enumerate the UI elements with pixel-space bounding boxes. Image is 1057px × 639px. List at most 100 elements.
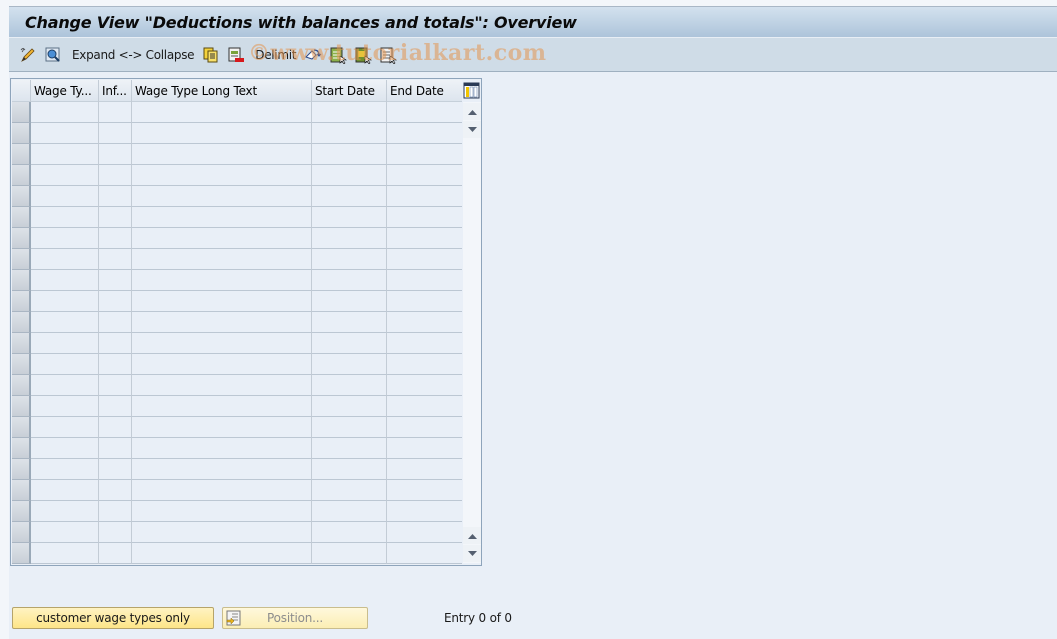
table-cell[interactable] — [312, 312, 387, 333]
select-block-icon[interactable] — [354, 46, 373, 64]
table-cell[interactable] — [31, 438, 99, 459]
row-selector[interactable] — [12, 207, 31, 228]
table-cell[interactable] — [31, 480, 99, 501]
table-cell[interactable] — [31, 186, 99, 207]
table-cell[interactable] — [99, 522, 132, 543]
table-cell[interactable] — [387, 438, 462, 459]
table-settings-icon[interactable] — [463, 82, 481, 99]
table-cell[interactable] — [31, 396, 99, 417]
table-cell[interactable] — [387, 459, 462, 480]
table-cell[interactable] — [31, 333, 99, 354]
table-cell[interactable] — [312, 459, 387, 480]
table-cell[interactable] — [132, 207, 312, 228]
select-all-icon[interactable] — [329, 46, 348, 64]
table-cell[interactable] — [31, 228, 99, 249]
table-cell[interactable] — [132, 480, 312, 501]
table-cell[interactable] — [31, 543, 99, 564]
row-selector[interactable] — [12, 501, 31, 522]
table-cell[interactable] — [99, 165, 132, 186]
row-selector[interactable] — [12, 312, 31, 333]
table-cell[interactable] — [387, 396, 462, 417]
table-cell[interactable] — [31, 102, 99, 123]
table-cell[interactable] — [99, 333, 132, 354]
row-selector[interactable] — [12, 438, 31, 459]
table-cell[interactable] — [99, 291, 132, 312]
table-cell[interactable] — [132, 102, 312, 123]
row-selector[interactable] — [12, 522, 31, 543]
table-cell[interactable] — [312, 123, 387, 144]
undo-change-icon[interactable] — [304, 46, 322, 64]
table-cell[interactable] — [312, 207, 387, 228]
table-cell[interactable] — [99, 417, 132, 438]
deselect-all-icon[interactable] — [379, 46, 398, 64]
row-selector[interactable] — [12, 354, 31, 375]
table-cell[interactable] — [31, 207, 99, 228]
vertical-scrollbar[interactable] — [463, 102, 481, 563]
table-cell[interactable] — [132, 522, 312, 543]
table-cell[interactable] — [387, 501, 462, 522]
table-cell[interactable] — [387, 375, 462, 396]
table-cell[interactable] — [312, 102, 387, 123]
table-cell[interactable] — [132, 501, 312, 522]
table-cell[interactable] — [312, 144, 387, 165]
table-cell[interactable] — [31, 375, 99, 396]
table-cell[interactable] — [99, 249, 132, 270]
table-cell[interactable] — [132, 333, 312, 354]
table-cell[interactable] — [132, 123, 312, 144]
table-cell[interactable] — [31, 501, 99, 522]
table-cell[interactable] — [99, 312, 132, 333]
table-cell[interactable] — [31, 522, 99, 543]
table-cell[interactable] — [99, 501, 132, 522]
table-cell[interactable] — [31, 417, 99, 438]
table-cell[interactable] — [132, 312, 312, 333]
table-cell[interactable] — [99, 438, 132, 459]
table-cell[interactable] — [132, 459, 312, 480]
copy-as-icon[interactable] — [202, 46, 220, 64]
table-cell[interactable] — [312, 543, 387, 564]
table-cell[interactable] — [387, 186, 462, 207]
table-cell[interactable] — [312, 249, 387, 270]
table-cell[interactable] — [31, 123, 99, 144]
table-cell[interactable] — [387, 165, 462, 186]
table-cell[interactable] — [312, 375, 387, 396]
table-cell[interactable] — [312, 396, 387, 417]
table-cell[interactable] — [99, 480, 132, 501]
table-cell[interactable] — [99, 123, 132, 144]
delimit-button[interactable]: Delimit — [255, 48, 296, 62]
column-header-wage-type[interactable]: Wage Ty... — [31, 80, 99, 102]
table-cell[interactable] — [31, 270, 99, 291]
table-cell[interactable] — [387, 207, 462, 228]
table-cell[interactable] — [99, 186, 132, 207]
row-selector[interactable] — [12, 249, 31, 270]
display-change-icon[interactable] — [19, 46, 37, 64]
table-cell[interactable] — [132, 144, 312, 165]
table-cell[interactable] — [312, 438, 387, 459]
row-selector[interactable] — [12, 144, 31, 165]
table-cell[interactable] — [99, 207, 132, 228]
row-selector[interactable] — [12, 165, 31, 186]
table-cell[interactable] — [387, 333, 462, 354]
row-selector[interactable] — [12, 333, 31, 354]
table-cell[interactable] — [132, 438, 312, 459]
table-cell[interactable] — [132, 249, 312, 270]
table-cell[interactable] — [132, 543, 312, 564]
row-selector[interactable] — [12, 270, 31, 291]
table-cell[interactable] — [312, 186, 387, 207]
table-cell[interactable] — [31, 144, 99, 165]
column-header-start-date[interactable]: Start Date — [312, 80, 387, 102]
column-header-long-text[interactable]: Wage Type Long Text — [132, 80, 312, 102]
table-cell[interactable] — [99, 270, 132, 291]
table-cell[interactable] — [99, 144, 132, 165]
table-cell[interactable] — [132, 186, 312, 207]
table-cell[interactable] — [387, 291, 462, 312]
customer-wage-types-only-button[interactable]: customer wage types only — [12, 607, 214, 629]
delete-icon[interactable] — [227, 46, 245, 64]
table-cell[interactable] — [31, 354, 99, 375]
select-all-rows-header[interactable] — [12, 80, 31, 102]
table-cell[interactable] — [132, 396, 312, 417]
scroll-down-icon[interactable] — [463, 545, 481, 562]
row-selector[interactable] — [12, 228, 31, 249]
table-cell[interactable] — [312, 522, 387, 543]
position-button[interactable]: Position... — [222, 607, 368, 629]
table-cell[interactable] — [312, 165, 387, 186]
